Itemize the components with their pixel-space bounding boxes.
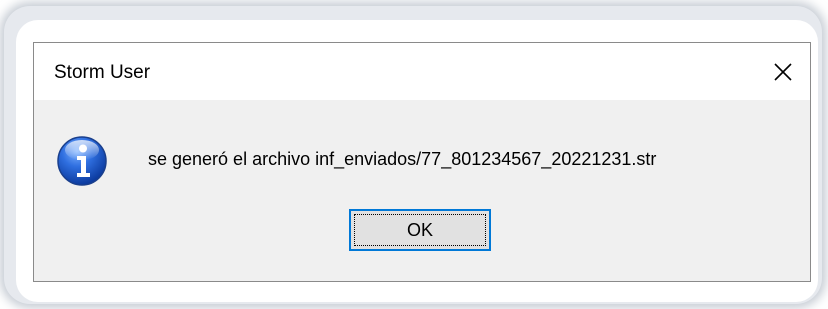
ok-button-label: OK: [406, 219, 433, 240]
screenshot-stage: Storm User se generó el archivo inf_envi…: [0, 0, 828, 309]
close-icon: [774, 63, 792, 81]
message-dialog: Storm User se generó el archivo inf_envi…: [33, 42, 811, 282]
ok-button[interactable]: OK: [349, 209, 491, 251]
dialog-title: Storm User: [54, 62, 151, 83]
dialog-message: se generó el archivo inf_enviados/77_801…: [148, 149, 657, 169]
close-button[interactable]: [766, 55, 800, 89]
info-icon: [57, 136, 107, 186]
dialog-titlebar[interactable]: Storm User: [34, 43, 810, 100]
